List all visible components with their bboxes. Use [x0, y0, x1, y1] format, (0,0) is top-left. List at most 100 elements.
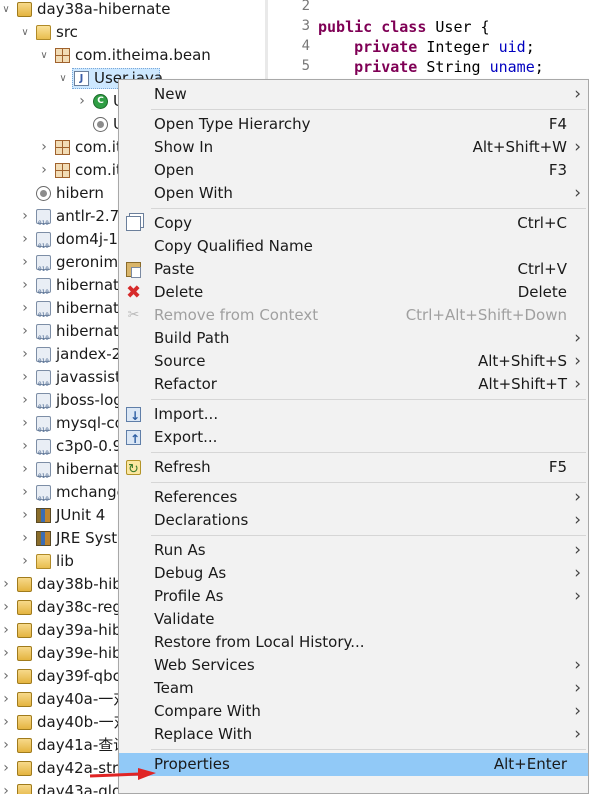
code-keyword: private: [318, 38, 427, 56]
chevron-right-icon[interactable]: ›: [0, 688, 12, 711]
chevron-right-icon[interactable]: ›: [19, 458, 31, 481]
menu-item-copy-qualified-name[interactable]: Copy Qualified Name: [119, 235, 588, 258]
menu-item-label: Debug As: [154, 564, 227, 582]
menu-item-declarations[interactable]: Declarations ›: [119, 509, 588, 532]
code-line[interactable]: private String uname;: [318, 58, 544, 76]
code-line[interactable]: private Integer uid;: [318, 38, 535, 56]
menu-item-replace-with[interactable]: Replace With ›: [119, 723, 588, 746]
menu-item-copy[interactable]: Copy Ctrl+C: [119, 212, 588, 235]
chevron-right-icon[interactable]: ›: [19, 366, 31, 389]
menu-item-shortcut: Alt+Shift+S: [477, 352, 567, 370]
chevron-right-icon[interactable]: ›: [19, 320, 31, 343]
menu-item-shortcut: Ctrl+Alt+Shift+Down: [405, 306, 567, 324]
chevron-right-icon[interactable]: ›: [0, 665, 12, 688]
menu-item-label: Refactor: [154, 375, 217, 393]
menu-item-export[interactable]: Export...: [119, 426, 588, 451]
menu-item-shortcut: Ctrl+V: [517, 260, 567, 278]
menu-item-show-in[interactable]: Show In Alt+Shift+W ›: [119, 136, 588, 159]
chevron-right-icon[interactable]: ›: [19, 343, 31, 366]
chevron-down-icon[interactable]: ∨: [0, 0, 12, 21]
chevron-right-icon[interactable]: ›: [19, 504, 31, 527]
tree-item-label: day41a-查询: [37, 736, 129, 754]
chevron-right-icon[interactable]: ›: [19, 389, 31, 412]
delete-icon: ✖: [126, 282, 142, 303]
menu-item-refactor[interactable]: Refactor Alt+Shift+T ›: [119, 373, 588, 396]
chevron-right-icon[interactable]: ›: [0, 734, 12, 757]
menu-item-label: Remove from Context: [154, 306, 319, 324]
menu-item-label: Delete: [154, 283, 204, 301]
chevron-right-icon[interactable]: ›: [19, 274, 31, 297]
menu-item-compare-with[interactable]: Compare With ›: [119, 700, 588, 723]
menu-item-label: Build Path: [154, 329, 230, 347]
menu-item-debug-as[interactable]: Debug As ›: [119, 562, 588, 585]
menu-item-source[interactable]: Source Alt+Shift+S ›: [119, 350, 588, 373]
tree-item-label: jboss-log: [56, 391, 123, 409]
chevron-down-icon[interactable]: ∨: [38, 44, 50, 67]
menu-item-profile-as[interactable]: Profile As ›: [119, 585, 588, 608]
chevron-right-icon[interactable]: ›: [76, 90, 88, 113]
menu-item-web-services[interactable]: Web Services ›: [119, 654, 588, 677]
menu-item-delete[interactable]: ✖ Delete Delete: [119, 281, 588, 304]
menu-item-paste[interactable]: Paste Ctrl+V: [119, 258, 588, 281]
menu-item-import[interactable]: Import...: [119, 403, 588, 428]
chevron-right-icon[interactable]: ›: [19, 550, 31, 573]
menu-separator: [151, 749, 586, 750]
chevron-right-icon[interactable]: ›: [19, 205, 31, 228]
class-icon: C: [93, 94, 108, 109]
menu-item-references[interactable]: References ›: [119, 486, 588, 509]
chevron-right-icon[interactable]: ›: [0, 757, 12, 780]
tree-item-label: day39a-hib: [37, 621, 122, 639]
jar-icon: [36, 416, 51, 442]
tree-item[interactable]: ∨ day38a-hibernate: [0, 0, 265, 21]
chevron-right-icon[interactable]: ›: [0, 573, 12, 596]
menu-item-label: Properties: [154, 755, 230, 773]
chevron-right-icon[interactable]: ›: [19, 435, 31, 458]
chevron-right-icon[interactable]: ›: [0, 642, 12, 665]
submenu-arrow-icon: ›: [574, 563, 581, 583]
menu-item-team[interactable]: Team ›: [119, 677, 588, 700]
menu-item-run-as[interactable]: Run As ›: [119, 539, 588, 562]
chevron-right-icon[interactable]: ›: [38, 136, 50, 159]
chevron-right-icon[interactable]: ›: [19, 297, 31, 320]
package-icon: [55, 163, 70, 178]
chevron-right-icon[interactable]: ›: [0, 780, 12, 794]
menu-item-open[interactable]: Open F3: [119, 159, 588, 182]
menu-item-new[interactable]: New ›: [119, 83, 588, 106]
chevron-down-icon[interactable]: ∨: [57, 67, 69, 90]
menu-item-open-type-hierarchy[interactable]: Open Type Hierarchy F4: [119, 113, 588, 136]
chevron-right-icon[interactable]: ›: [0, 596, 12, 619]
chevron-right-icon[interactable]: ›: [19, 481, 31, 504]
menu-item-shortcut: Alt+Shift+W: [472, 138, 567, 156]
menu-item-label: Source: [154, 352, 206, 370]
menu-item-build-path[interactable]: Build Path ›: [119, 327, 588, 350]
menu-item-shortcut: F3: [548, 161, 567, 179]
tree-item[interactable]: ∨ com.itheima.bean: [0, 44, 265, 67]
line-number: 3: [301, 18, 310, 34]
chevron-right-icon[interactable]: ›: [19, 228, 31, 251]
chevron-right-icon[interactable]: ›: [0, 619, 12, 642]
chevron-right-icon[interactable]: ›: [19, 527, 31, 550]
chevron-down-icon[interactable]: ∨: [19, 21, 31, 44]
menu-item-refresh[interactable]: Refresh F5: [119, 456, 588, 481]
menu-item-validate[interactable]: Validate: [119, 608, 588, 631]
submenu-arrow-icon: ›: [574, 137, 581, 157]
project-icon: [17, 577, 32, 592]
chevron-right-icon[interactable]: ›: [0, 711, 12, 734]
tree-item[interactable]: ∨ src: [0, 21, 265, 44]
chevron-right-icon[interactable]: ›: [19, 412, 31, 435]
tree-item-label: day39f-qbc: [37, 667, 121, 685]
menu-item-label: Compare With: [154, 702, 261, 720]
menu-item-properties[interactable]: Properties Alt+Enter: [119, 753, 588, 776]
chevron-right-icon[interactable]: ›: [38, 159, 50, 182]
tree-item-label: day39e-hib: [37, 644, 122, 662]
menu-item-restore-from-local-history[interactable]: Restore from Local History...: [119, 631, 588, 654]
jar-icon: [36, 439, 51, 465]
project-icon: [17, 692, 32, 707]
tree-item-label: hibernat: [56, 299, 119, 317]
menu-item-label: Copy: [154, 214, 193, 232]
chevron-right-icon[interactable]: ›: [19, 251, 31, 274]
submenu-arrow-icon: ›: [574, 374, 581, 394]
menu-item-open-with[interactable]: Open With ›: [119, 182, 588, 205]
red-arrow-annotation: [89, 768, 156, 780]
code-line[interactable]: public class User {: [318, 18, 490, 36]
